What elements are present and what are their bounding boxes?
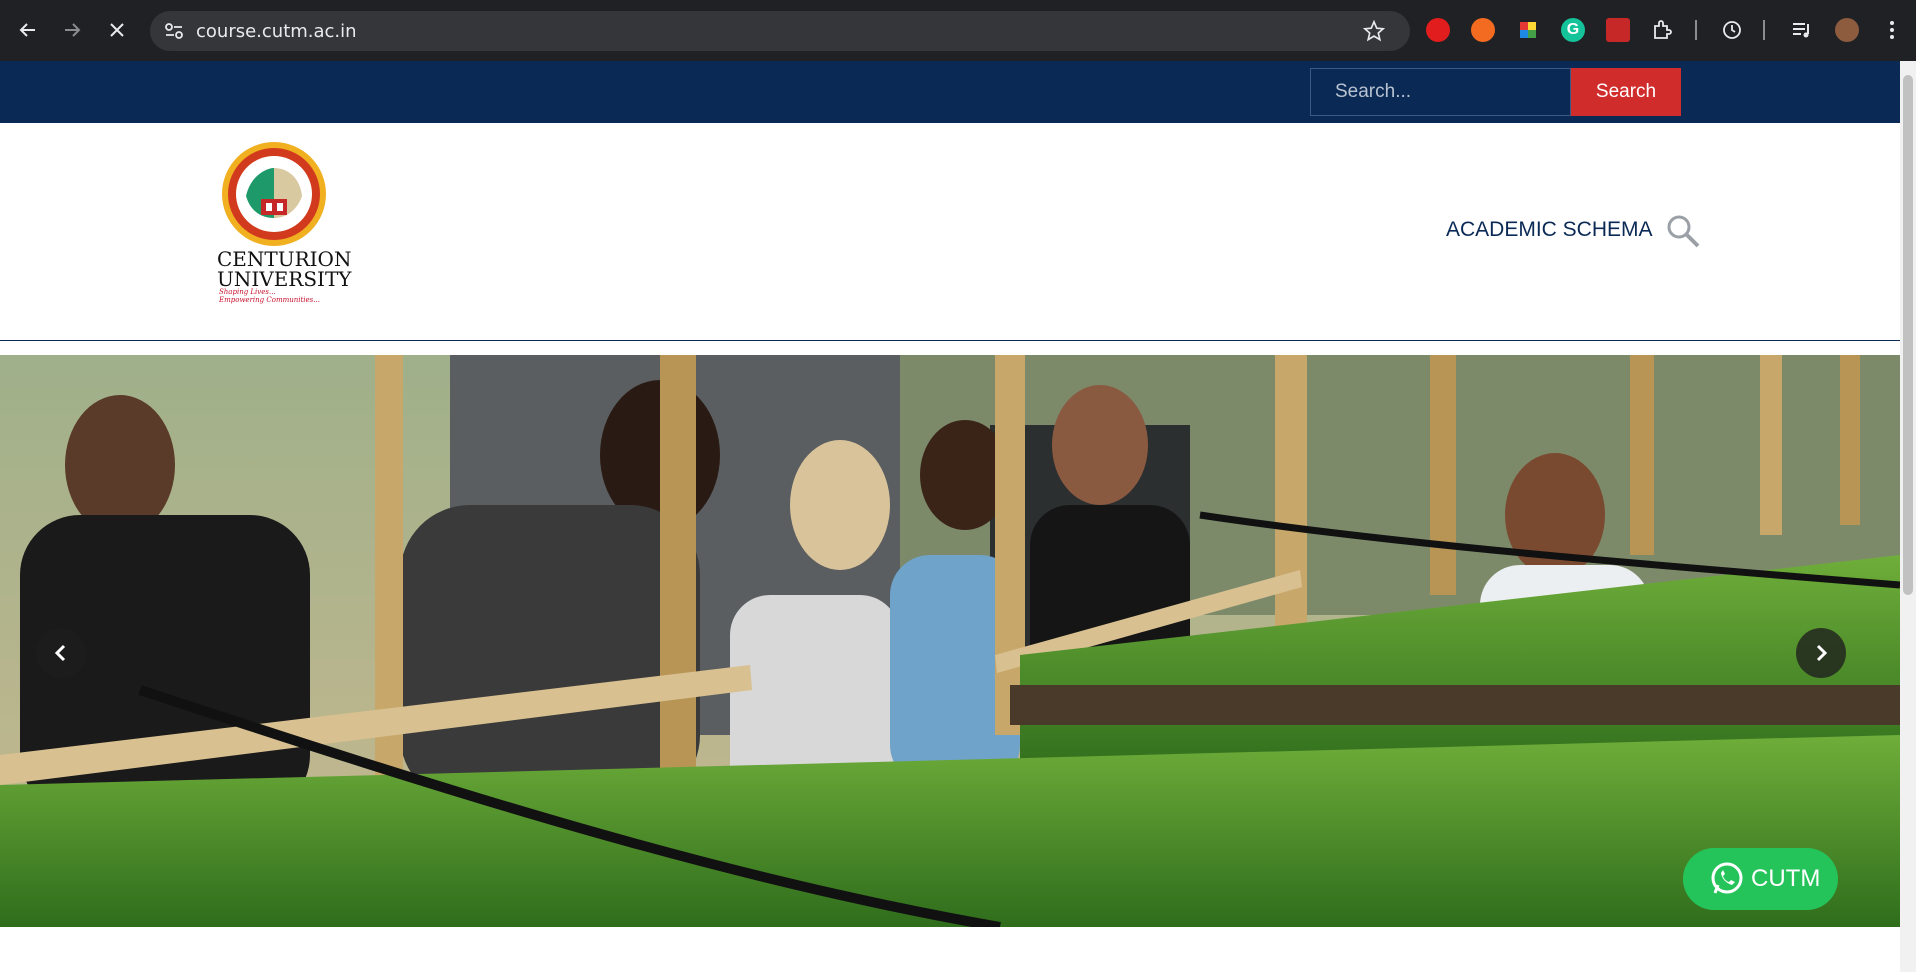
slider-prev-button[interactable] [36, 628, 86, 678]
extension-red-icon[interactable] [1426, 18, 1450, 42]
history-icon[interactable] [1720, 18, 1744, 42]
chevron-right-icon [1816, 644, 1828, 662]
bookmark-star-icon[interactable] [1363, 20, 1385, 42]
media-queue-icon[interactable] [1790, 18, 1814, 42]
toolbar-divider [1763, 20, 1765, 40]
extension-color-icon[interactable] [1516, 18, 1540, 42]
university-seal-icon [222, 142, 326, 246]
logo-tagline-2: Empowering Communities... [219, 296, 320, 304]
hero-image [0, 355, 1900, 927]
chevron-left-icon [54, 644, 66, 662]
whatsapp-chat-button[interactable]: CUTM [1683, 848, 1838, 910]
browser-menu-icon[interactable] [1880, 18, 1904, 42]
whatsapp-label: CUTM [1751, 865, 1821, 892]
profile-avatar[interactable] [1835, 18, 1859, 42]
back-icon[interactable] [12, 14, 44, 46]
hero-slider [0, 355, 1900, 927]
search-icon[interactable] [1665, 213, 1701, 249]
extension-orange-icon[interactable] [1471, 18, 1495, 42]
slider-next-button[interactable] [1796, 628, 1846, 678]
forward-icon[interactable] [56, 14, 88, 46]
logo-tagline: Shaping Lives... Empowering Communities.… [219, 288, 320, 304]
extension-book-icon[interactable] [1606, 18, 1630, 42]
search-button[interactable]: Search [1571, 68, 1681, 116]
nav-academic-schema[interactable]: ACADEMIC SCHEMA [1446, 218, 1653, 242]
whatsapp-icon [1711, 862, 1743, 894]
url-text: course.cutm.ac.in [196, 21, 357, 42]
logo-tagline-1: Shaping Lives... [219, 288, 276, 296]
grammarly-icon[interactable]: G [1561, 18, 1585, 42]
stop-loading-icon[interactable] [101, 14, 133, 46]
toolbar-divider [1695, 20, 1697, 40]
site-info-icon[interactable] [164, 22, 184, 40]
search-input[interactable] [1310, 68, 1571, 116]
address-bar[interactable]: course.cutm.ac.in [150, 11, 1410, 51]
extensions-puzzle-icon[interactable] [1651, 18, 1675, 42]
scrollbar-thumb[interactable] [1903, 75, 1913, 595]
browser-toolbar: course.cutm.ac.in G [0, 0, 1916, 61]
